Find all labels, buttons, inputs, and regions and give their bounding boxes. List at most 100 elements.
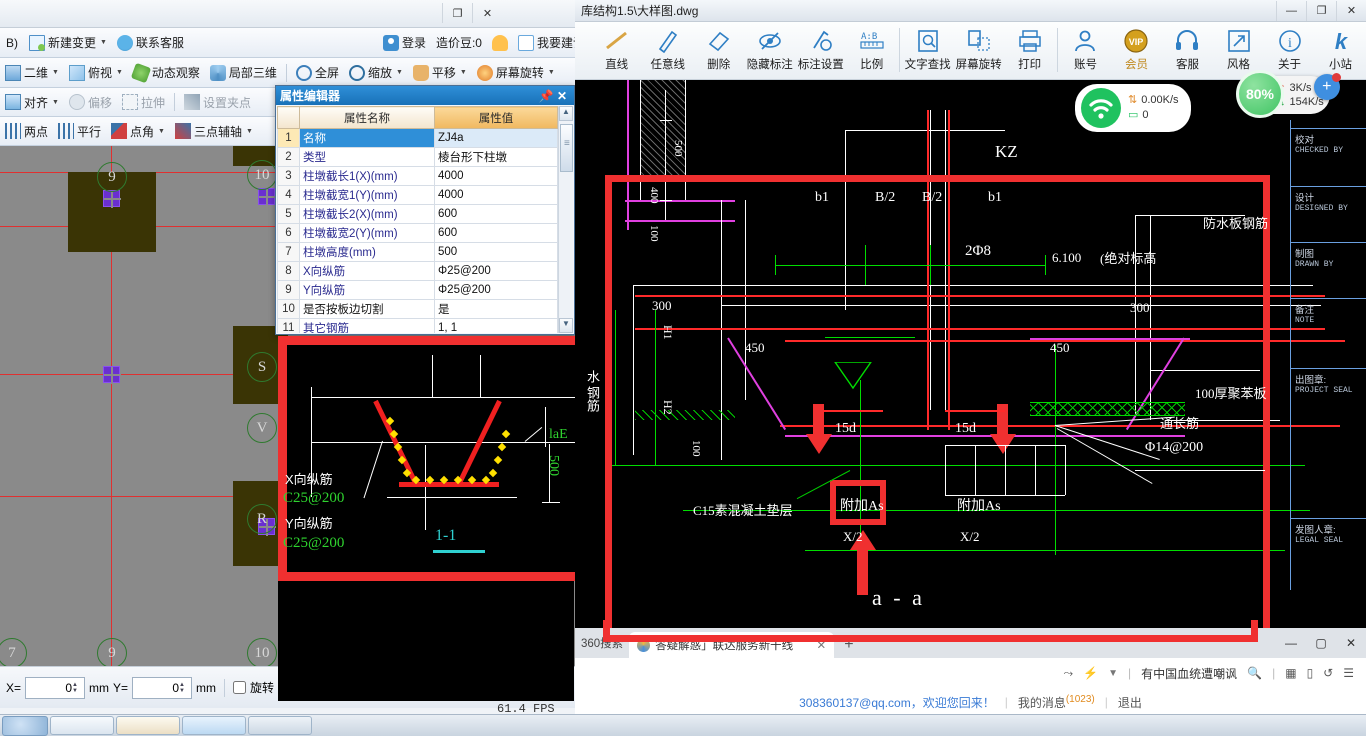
grip-node[interactable]: [258, 188, 276, 206]
cad-window-controls[interactable]: — ❐ ✕: [1276, 0, 1366, 21]
dynamic-observe-button[interactable]: 动态观察: [128, 61, 205, 85]
new-change-button[interactable]: 新建变更 ▼: [24, 31, 112, 55]
set-grip-button[interactable]: 设置夹点: [179, 90, 256, 114]
scroll-up-icon[interactable]: ▲: [559, 106, 573, 121]
browser-window-controls[interactable]: — ▢ ✕: [1276, 632, 1366, 658]
tool-scale[interactable]: A:B 比例: [846, 24, 897, 78]
row-property-value[interactable]: 棱台形下柱墩: [434, 147, 558, 167]
table-row[interactable]: 3 柱墩截长1(X)(mm) 4000: [277, 166, 558, 186]
property-editor-panel[interactable]: 属性编辑器 📌 ✕ 属性名称 属性值 1 名称 ZJ4a 2 类型 棱台形下柱墩…: [275, 85, 575, 335]
section-detail-overlay[interactable]: X向纵筋 C25@200 Y向纵筋 C25@200 laE 500 1-1: [278, 336, 601, 581]
table-row[interactable]: 6 柱墩截宽2(Y)(mm) 600: [277, 223, 558, 243]
scroll-down-icon[interactable]: ▼: [559, 318, 573, 333]
chevron-down-icon[interactable]: ▼: [396, 69, 403, 76]
table-row[interactable]: 1 名称 ZJ4a: [277, 128, 558, 148]
logout-link[interactable]: 退出: [1118, 694, 1142, 711]
axis-bubble-10b[interactable]: 10: [247, 638, 277, 666]
close-button[interactable]: ✕: [472, 3, 502, 23]
tool-screen-rotate[interactable]: 屏幕旋转: [953, 24, 1004, 78]
restore-button[interactable]: ❐: [442, 3, 472, 23]
row-property-value[interactable]: 4000: [434, 166, 558, 186]
maximize-button[interactable]: ▢: [1306, 632, 1336, 654]
row-property-value[interactable]: 1, 1: [434, 318, 558, 333]
pin-icon[interactable]: 📌: [538, 89, 554, 103]
taskbar-item-4[interactable]: [248, 716, 312, 735]
axis-bubble-7[interactable]: 7: [0, 638, 27, 666]
chevron-down-icon[interactable]: ▼: [100, 39, 107, 46]
cad-drawing-canvas[interactable]: KZ b1 B/2 B/2 b1 2Φ8 6.100 (绝对标高 防水板钢筋 3…: [575, 80, 1366, 635]
three-point-axis-button[interactable]: 三点辅轴 ▼: [170, 119, 258, 143]
tool-print[interactable]: 打印: [1004, 24, 1055, 78]
minimize-button[interactable]: —: [1276, 0, 1306, 21]
axis-bubble-9b[interactable]: 9: [97, 638, 127, 666]
login-button[interactable]: 登录: [378, 31, 431, 55]
align-button[interactable]: 对齐 ▼: [0, 90, 64, 114]
bandwidth-widget[interactable]: 80% ↑ 3K/s ↓ 154K/s +: [1236, 70, 1341, 118]
row-property-value[interactable]: 4000: [434, 185, 558, 205]
share-icon[interactable]: ⤳: [1064, 666, 1074, 681]
row-property-value[interactable]: 600: [434, 204, 558, 224]
account-email[interactable]: 308360137@qq.com，欢迎您回来！: [799, 694, 995, 711]
tool-straight-line[interactable]: 直线: [591, 24, 642, 78]
notifications-button[interactable]: [487, 31, 513, 55]
tool-dimension-settings[interactable]: 标注设置: [795, 24, 846, 78]
table-row[interactable]: 11 其它钢筋 1, 1: [277, 318, 558, 333]
view-2d-button[interactable]: 二维 ▼: [0, 61, 64, 85]
close-button[interactable]: ✕: [1336, 632, 1366, 654]
axis-bubble-V[interactable]: V: [247, 413, 277, 443]
tool-account[interactable]: 账号: [1060, 24, 1111, 78]
apps-icon[interactable]: ▦: [1285, 666, 1296, 680]
property-scrollbar[interactable]: ▲ ▼: [558, 106, 573, 333]
table-row[interactable]: 2 类型 棱台形下柱墩: [277, 147, 558, 167]
tool-freehand-line[interactable]: 任意线: [642, 24, 693, 78]
close-icon[interactable]: ✕: [554, 89, 570, 103]
x-stepper[interactable]: ▲ ▼: [72, 682, 78, 694]
chevron-down-icon[interactable]: ▼: [116, 69, 123, 76]
bolt-icon[interactable]: ⚡: [1083, 666, 1098, 680]
point-angle-button[interactable]: 点角 ▼: [106, 119, 170, 143]
tool-about[interactable]: i 关于: [1264, 24, 1315, 78]
axis-bubble-S[interactable]: S: [247, 352, 277, 382]
top-view-button[interactable]: 俯视 ▼: [64, 61, 128, 85]
stretch-button[interactable]: 拉伸: [117, 90, 170, 114]
tool-vip[interactable]: VIP 会员: [1111, 24, 1162, 78]
history-icon[interactable]: ↺: [1323, 666, 1333, 680]
chevron-down-icon[interactable]: ▼: [1108, 668, 1118, 679]
tool-delete[interactable]: 删除: [693, 24, 744, 78]
screen-rotate-button[interactable]: 屏幕旋转 ▼: [472, 61, 560, 85]
chevron-down-icon[interactable]: ▼: [52, 99, 59, 106]
axis-bubble-9[interactable]: 9: [97, 162, 127, 192]
rotate-checkbox[interactable]: [233, 681, 247, 694]
row-property-value[interactable]: 500: [434, 242, 558, 262]
chevron-down-icon[interactable]: ▼: [158, 128, 165, 135]
row-property-value[interactable]: 600: [434, 223, 558, 243]
row-property-value[interactable]: 是: [434, 299, 558, 319]
chevron-down-icon[interactable]: ▼: [246, 128, 253, 135]
grip-node[interactable]: [103, 190, 121, 208]
axis-bubble-R[interactable]: R: [247, 504, 277, 534]
x-coord-input[interactable]: [26, 680, 73, 695]
add-icon[interactable]: +: [1313, 73, 1341, 100]
start-button[interactable]: [2, 715, 48, 736]
row-property-value[interactable]: ZJ4a: [434, 128, 558, 148]
parallel-button[interactable]: 平行: [53, 119, 106, 143]
news-headline[interactable]: 有中国血统遭嘲讽: [1141, 665, 1237, 682]
minimize-button[interactable]: —: [1276, 632, 1306, 654]
local-3d-button[interactable]: 局部三维: [205, 61, 282, 85]
zoom-button[interactable]: 缩放 ▼: [344, 61, 408, 85]
taskbar-item-3[interactable]: [182, 716, 246, 735]
pan-button[interactable]: 平移 ▼: [408, 61, 472, 85]
close-button[interactable]: ✕: [1336, 0, 1366, 21]
taskbar-item-2[interactable]: [116, 716, 180, 735]
table-row[interactable]: 5 柱墩截长2(X)(mm) 600: [277, 204, 558, 224]
two-point-button[interactable]: 两点: [0, 119, 53, 143]
y-stepper[interactable]: ▲ ▼: [179, 682, 185, 694]
fullscreen-button[interactable]: 全屏: [291, 61, 344, 85]
my-messages-link[interactable]: 我的消息(1023): [1018, 694, 1095, 711]
y-coord-input[interactable]: [133, 680, 180, 695]
chevron-down-icon[interactable]: ▼: [460, 69, 467, 76]
offset-button[interactable]: 偏移: [64, 90, 117, 114]
network-speed-widget[interactable]: ⇅ 0.00K/s ▭ 0: [1075, 84, 1191, 132]
row-property-value[interactable]: Φ25@200: [434, 261, 558, 281]
search-icon[interactable]: 🔍: [1247, 666, 1262, 680]
